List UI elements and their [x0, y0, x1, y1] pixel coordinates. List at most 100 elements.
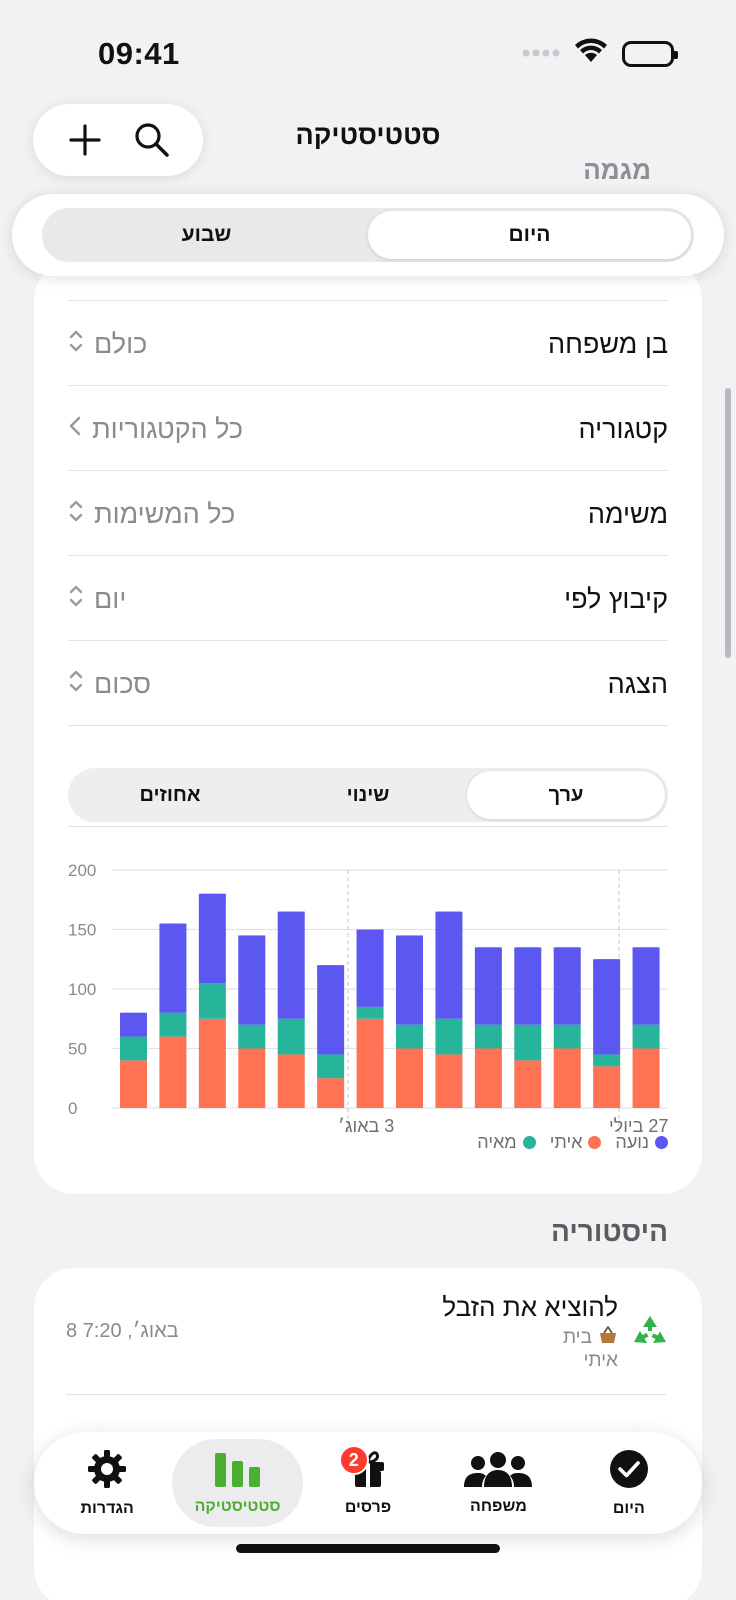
bar-segment	[553, 947, 581, 1025]
filter-row[interactable]: בן משפחה כולם	[68, 300, 668, 387]
bar-segment	[277, 1018, 305, 1055]
x-axis-label: 3 באוג׳	[338, 1116, 394, 1136]
filter-value[interactable]: כל הקטגוריות	[68, 414, 243, 445]
bar-segment	[317, 1078, 345, 1108]
basket-icon	[598, 1325, 618, 1350]
status-bar: 09:41	[0, 0, 736, 100]
filter-value-text: כל הקטגוריות	[92, 413, 244, 444]
bar-cap	[159, 923, 187, 930]
page-title: סטטיסטיקה	[295, 120, 441, 150]
bar-segment	[396, 935, 423, 1025]
history-item-title: להוציא את הזבל	[442, 1292, 618, 1322]
metric-tab-2[interactable]: אחוזים	[71, 771, 269, 819]
status-icons	[522, 38, 678, 69]
filter-value[interactable]: סכום	[68, 668, 151, 700]
bar-segment	[632, 1048, 660, 1108]
bar-segment	[238, 1048, 266, 1108]
bar-segment	[238, 1024, 266, 1049]
bar-segment	[159, 1012, 187, 1037]
period-tab-1[interactable]: שבוע	[45, 211, 368, 259]
y-tick-label: 200	[68, 861, 96, 880]
bar-cap	[474, 947, 502, 954]
bar-segment	[356, 1006, 384, 1019]
period-selector: היום שבוע	[12, 194, 724, 276]
stacked-bar-chart: 0501001502003 באוג׳ 27 ביולי	[68, 861, 668, 1136]
bar-segment	[474, 947, 502, 1025]
tab-gear[interactable]: הגדרות	[42, 1439, 172, 1527]
chevron-left-icon	[68, 415, 82, 443]
legend-dot	[588, 1136, 602, 1149]
scrollbar[interactable]	[725, 388, 731, 658]
tab-family[interactable]: משפחה	[433, 1439, 563, 1527]
period-tab-0[interactable]: היום	[368, 211, 691, 259]
bar-segment	[396, 1024, 423, 1049]
checkmark-icon	[609, 1449, 649, 1494]
divider	[66, 1394, 666, 1395]
filter-value[interactable]: כולם	[68, 328, 147, 360]
bar-segment	[553, 1024, 581, 1049]
legend-item: מאיה	[477, 1132, 536, 1153]
battery-icon	[622, 40, 678, 67]
bar-cap	[435, 911, 463, 918]
history-item-time: 8 באוג׳, 7:20	[66, 1320, 179, 1342]
bar-cap	[356, 929, 384, 936]
bar-cap	[514, 947, 542, 954]
bar-segment	[238, 935, 266, 1025]
bar-segment	[396, 1048, 423, 1108]
tab-label: פרסים	[344, 1498, 392, 1516]
divider	[68, 725, 668, 726]
filter-value[interactable]: כל המשימות	[68, 498, 235, 530]
y-tick-label: 100	[68, 980, 96, 999]
bar-segment	[593, 959, 621, 1055]
updown-chevron-icon	[68, 498, 84, 530]
tab-label: סטטיסטיקה	[194, 1497, 281, 1515]
bar-segment	[159, 1036, 187, 1108]
filter-value-text: סכום	[94, 668, 151, 699]
bar-segment	[435, 1054, 463, 1108]
bar-segment	[317, 965, 345, 1055]
bar-segment	[553, 1048, 581, 1108]
legend-dot	[522, 1136, 536, 1149]
metric-selector: ערך שינוי אחוזים	[68, 768, 668, 822]
bar-segment	[593, 1066, 621, 1108]
history-item[interactable]: להוציא את הזבל בית איתי 8 באוג׳, 7:20	[66, 1268, 670, 1388]
bar-segment	[317, 1054, 345, 1079]
recycle-icon	[630, 1312, 670, 1352]
bar-cap	[632, 947, 660, 954]
tab-stats[interactable]: סטטיסטיקה	[172, 1439, 303, 1527]
bar-cap	[238, 935, 266, 942]
bar-segment	[514, 1060, 542, 1108]
tab-label: הגדרות	[80, 1499, 134, 1517]
signal-icon	[522, 45, 560, 63]
metric-tab-0[interactable]: ערך	[467, 771, 665, 819]
wifi-icon	[574, 38, 608, 69]
filter-row[interactable]: משימה כל המשימות	[68, 470, 668, 557]
bar-segment	[198, 983, 226, 1019]
legend-item: נועה	[615, 1132, 668, 1153]
filter-label: הצגה	[607, 668, 668, 699]
updown-chevron-icon	[68, 668, 84, 700]
filter-value[interactable]: יום	[68, 583, 126, 615]
filter-value-text: כולם	[94, 328, 148, 359]
notification-badge: 2	[338, 1445, 369, 1475]
bar-segment	[277, 1054, 305, 1108]
filter-row[interactable]: קטגוריה כל הקטגוריות	[68, 385, 668, 472]
filter-label: משימה	[587, 498, 668, 529]
stats-icon	[213, 1451, 263, 1492]
bar-cap	[396, 935, 423, 942]
metric-tab-1[interactable]: שינוי	[269, 771, 467, 819]
tab-label: משפחה	[470, 1497, 527, 1515]
tab-label: היום	[612, 1499, 645, 1517]
gear-icon	[87, 1449, 127, 1494]
filter-label: בן משפחה	[547, 328, 668, 359]
bar-segment	[356, 929, 384, 1007]
bar-segment	[356, 1018, 384, 1108]
bar-segment	[198, 1018, 226, 1108]
legend-label: איתי	[549, 1132, 583, 1152]
bar-segment	[632, 1024, 660, 1049]
tab-gift[interactable]: פרסים 2	[303, 1439, 433, 1527]
tab-checkmark[interactable]: היום	[564, 1439, 694, 1527]
bar-segment	[435, 1018, 463, 1055]
filter-row[interactable]: קיבוץ לפי יום	[68, 555, 668, 642]
filter-row[interactable]: הצגה סכום	[68, 640, 668, 727]
